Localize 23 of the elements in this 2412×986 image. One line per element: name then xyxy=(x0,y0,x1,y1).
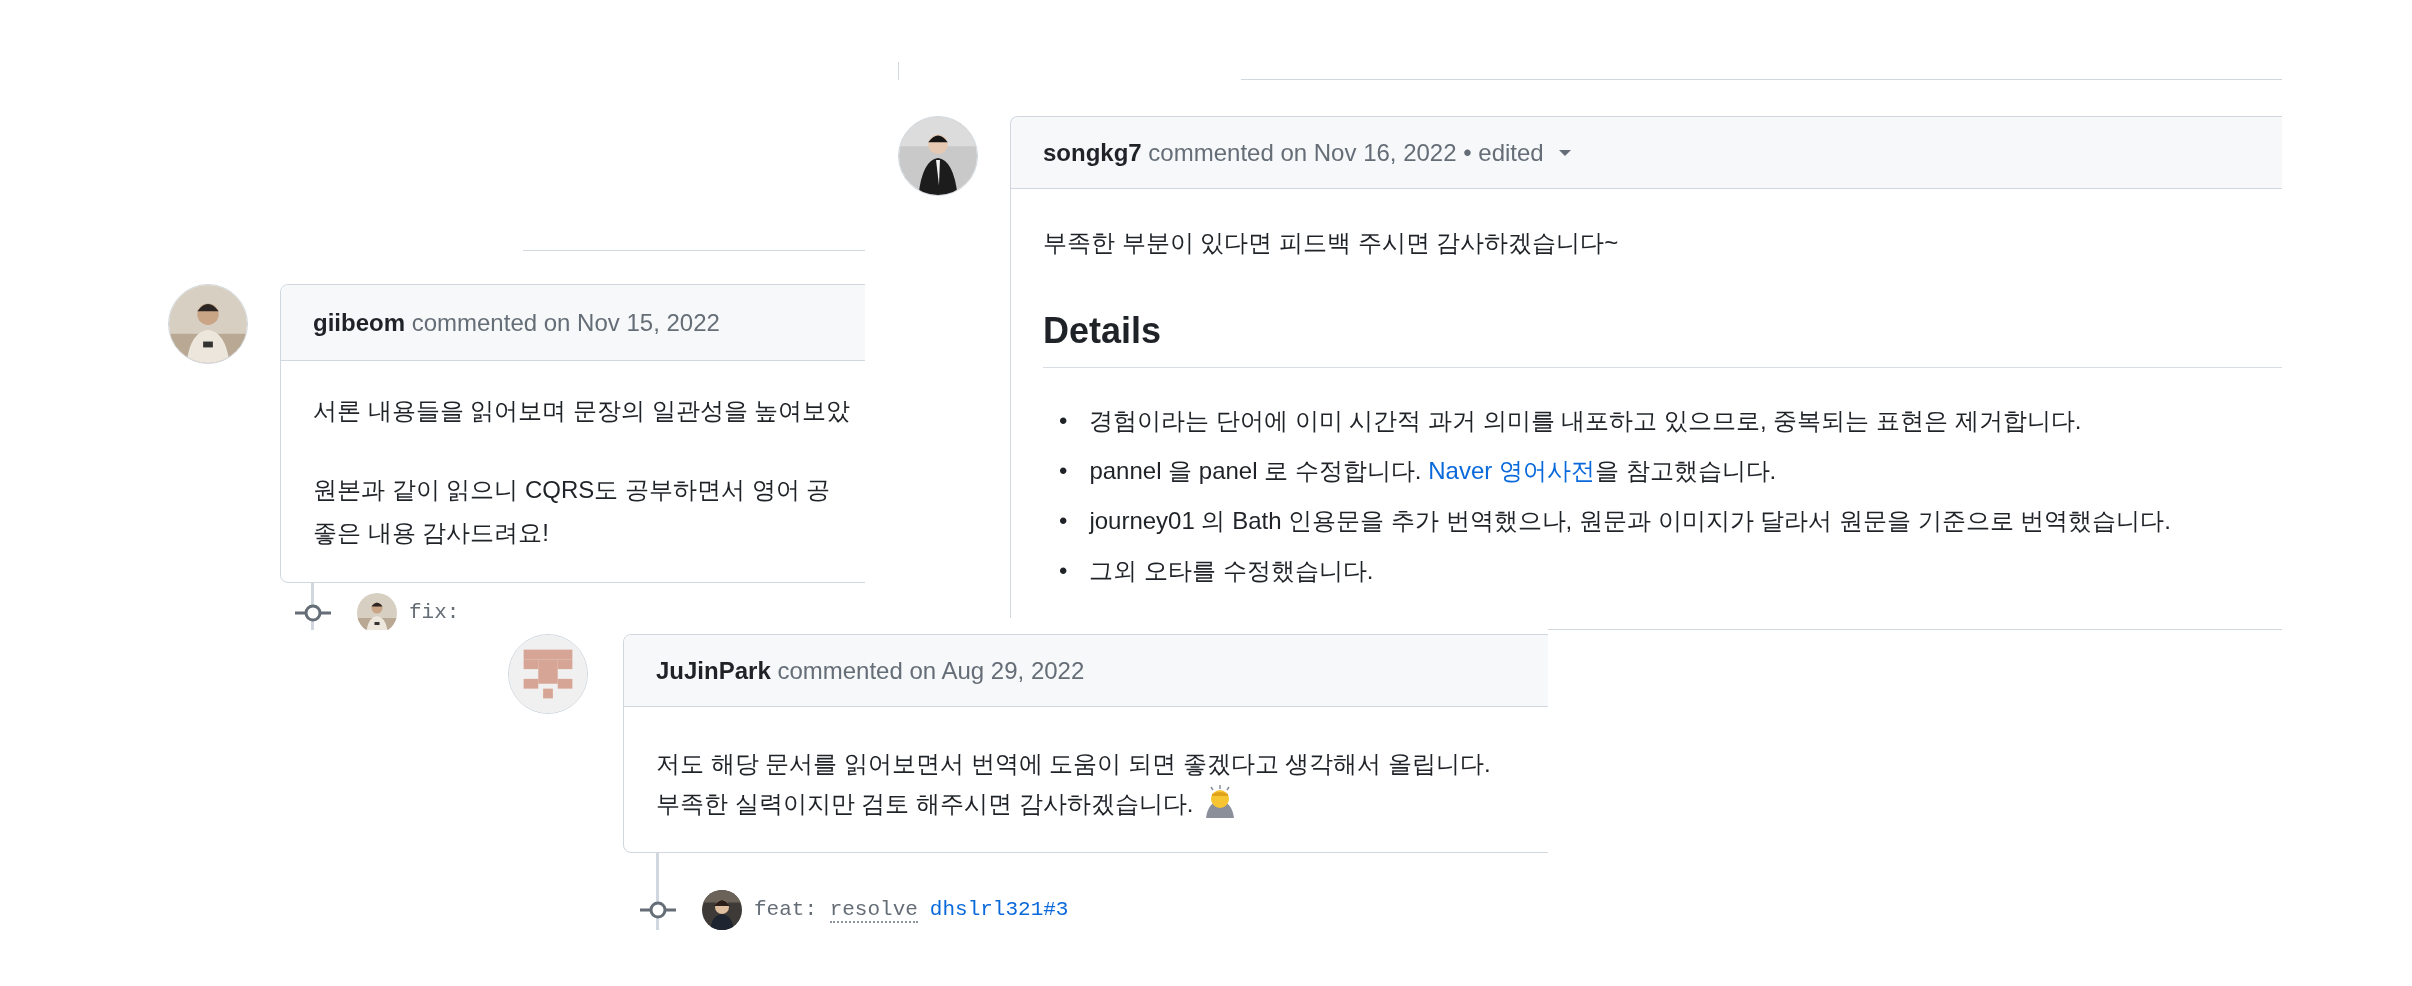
list-item-text: 그외 오타를 수정했습니다. xyxy=(1089,556,1374,586)
paragraph: 저도 해당 문서를 읽어보면서 번역에 도움이 되면 좋겠다고 생각해서 올립니다. 부족한 실력이지만 검토 해주시면 감사하겠습니다. xyxy=(656,749,1492,820)
bullet: • xyxy=(1059,506,1068,536)
paragraph: 원본과 같이 읽으니 CQRS도 공부하면서 영어 공 좋은 내용 감사드려요! xyxy=(313,475,832,548)
commit-icon xyxy=(295,603,331,623)
link[interactable]: dhslrl321#3 xyxy=(929,898,1069,922)
comment-meta: songkg7 commented on Nov 16, 2022 • edited xyxy=(1043,137,1544,168)
list-item-text: pannel 을 panel 로 수정합니다. Naver 영어사전을 참고했습니다. xyxy=(1089,456,1777,486)
list-item-text: journey01 의 Bath 인용문을 추가 번역했으나, 원문과 이미지가 달라서 원문을 기준으로 번역했습니다. xyxy=(1089,506,2171,536)
caret-icon[interactable] xyxy=(1557,148,1572,157)
paragraph: 서론 내용들을 읽어보며 문장의 일관성을 높여보았 xyxy=(313,396,852,426)
commit-message: feat: resolve dhslrl321#3 xyxy=(754,897,1069,926)
list-item-text: 경험이라는 단어에 이미 시간적 과거 의미를 내포하고 있으므로, 중복되는 표현은 제거합니다. xyxy=(1089,406,2082,436)
comment-meta: JuJinPark commented on Aug 29, 2022 xyxy=(656,655,1085,686)
link[interactable]: Naver 영어사전 xyxy=(1428,457,1595,484)
paragraph: 부족한 부분이 있다면 피드백 주시면 감사하겠습니다~ xyxy=(1043,228,1620,258)
comment-meta: giibeom commented on Nov 15, 2022 xyxy=(313,307,720,338)
heading: Details xyxy=(1043,308,2282,368)
bullet: • xyxy=(1059,556,1068,586)
commit-message: fix: xyxy=(409,600,460,627)
bullet: • xyxy=(1059,456,1068,486)
commit-icon xyxy=(640,900,676,920)
bullet: • xyxy=(1059,406,1068,436)
